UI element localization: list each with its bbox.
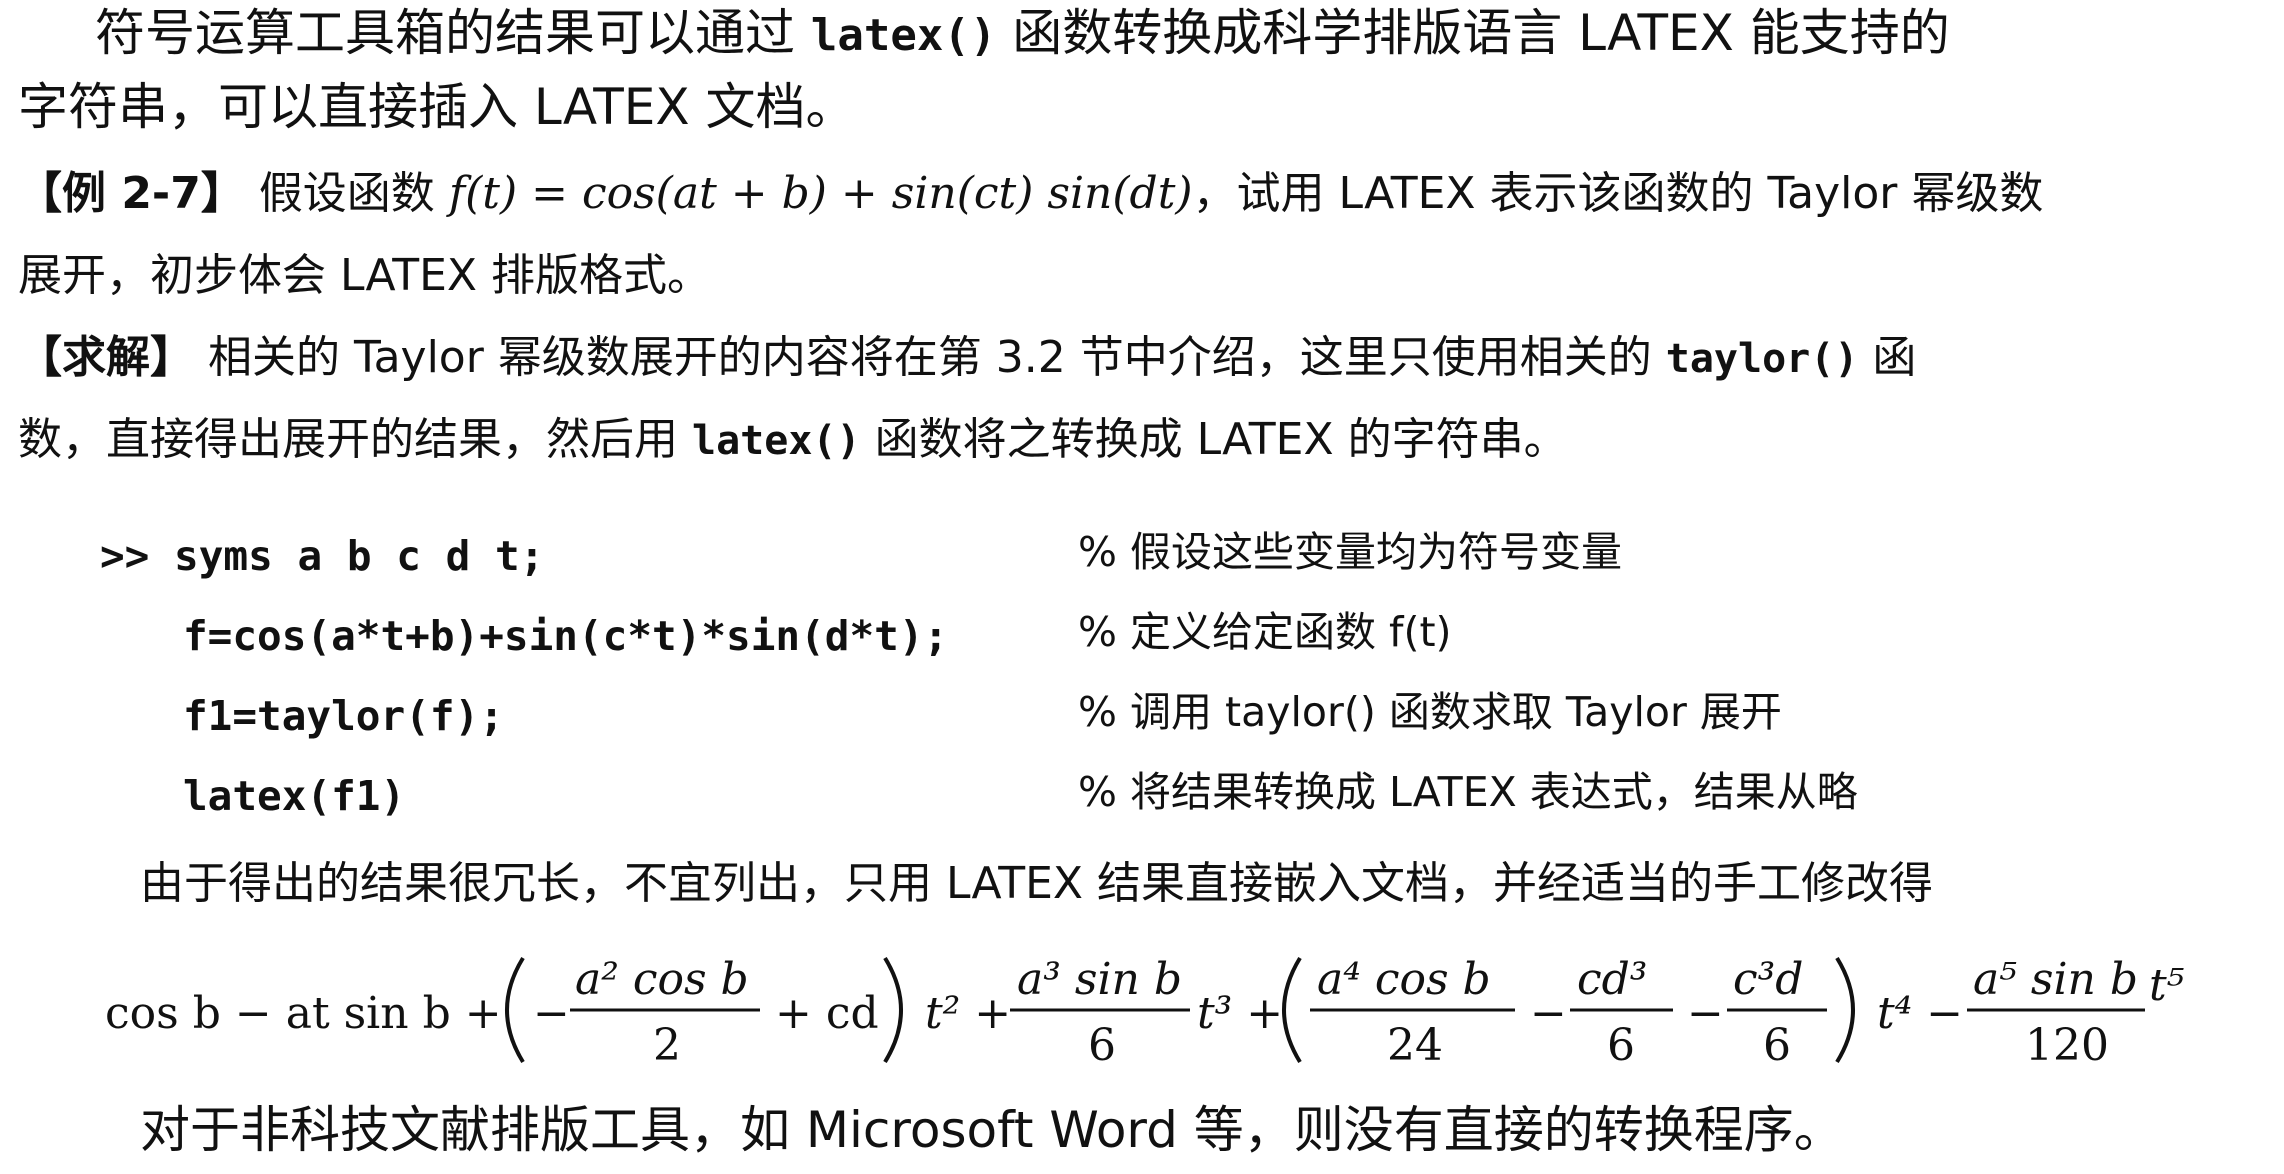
- frac3-numerator: a⁴ cos b: [1317, 954, 1491, 1005]
- example-text-a: 假设函数: [258, 168, 435, 219]
- code-line-1: >> syms a b c d t;: [100, 532, 545, 580]
- code-comment-2: % 定义给定函数 f(t): [1078, 608, 1452, 656]
- code-comment-1: % 假设这些变量均为符号变量: [1078, 528, 1622, 576]
- right-paren-2: [1835, 956, 1855, 1064]
- example-label: 【例 2-7】: [18, 168, 245, 219]
- taylor-function-code: taylor(): [1665, 336, 1859, 382]
- right-paren-1: [883, 956, 903, 1064]
- code-comment-4: % 将结果转换成 LATEX 表达式，结果从略: [1078, 768, 1858, 816]
- solution-text-d: 函数将之转换成 LATEX 的字符串。: [874, 414, 1568, 465]
- code-line-2: f=cos(a*t+b)+sin(c*t)*sin(d*t);: [183, 612, 949, 660]
- solution-text-a: 相关的 Taylor 幂级数展开的内容将在第 3.2 节中介绍，这里只使用相关的: [208, 332, 1652, 383]
- para3: 由于得出的结果很冗长，不宜列出，只用 LATEX 结果直接嵌入文档，并经适当的手…: [140, 858, 1933, 909]
- solution-line1: 【求解】 相关的 Taylor 幂级数展开的内容将在第 3.2 节中介绍，这里只…: [18, 336, 1916, 380]
- solution-text-b: 函: [1872, 332, 1917, 383]
- para1-text-b: 函数转换成科学排版语言 LATEX 能支持的: [1012, 4, 1950, 62]
- frac2-numerator: a³ sin b: [1017, 954, 1182, 1005]
- solution-line2: 数，直接得出展开的结果，然后用 latex() 函数将之转换成 LATEX 的字…: [18, 418, 1568, 462]
- frac3-denominator: 24: [1387, 1020, 1443, 1071]
- code-comment-3: % 调用 taylor() 函数求取 Taylor 展开: [1078, 688, 1782, 736]
- frac4-denominator: 6: [1607, 1020, 1635, 1071]
- code-line-3: f1=taylor(f);: [183, 692, 504, 740]
- frac6-denominator: 120: [2025, 1020, 2109, 1071]
- solution-text-c: 数，直接得出展开的结果，然后用: [18, 414, 678, 465]
- frac6-numerator: a⁵ sin b: [1973, 954, 2138, 1005]
- frac1-denominator: 2: [653, 1020, 681, 1071]
- frac1-numerator: a² cos b: [575, 954, 749, 1005]
- left-paren-1: [505, 956, 525, 1064]
- minus-2: −: [1687, 988, 1724, 1039]
- para1-line1: 符号运算工具箱的结果可以通过 latex() 函数转换成科学排版语言 LATEX…: [95, 8, 1950, 58]
- minus-1: −: [1530, 988, 1567, 1039]
- para1-text-a: 符号运算工具箱的结果可以通过: [95, 4, 795, 62]
- solution-label: 【求解】: [18, 332, 194, 383]
- para4: 对于非科技文献排版工具，如 Microsoft Word 等，则没有直接的转换程…: [140, 1101, 1844, 1159]
- left-paren-2: [1282, 956, 1302, 1064]
- formula-t3: t³ +: [1197, 988, 1283, 1039]
- frac2-denominator: 6: [1088, 1020, 1116, 1071]
- taylor-formula: cos b − at sin b + − a² cos b 2 + cd t² …: [105, 954, 2185, 1071]
- frac5-denominator: 6: [1763, 1020, 1791, 1071]
- example-function: f(t) = cos(at + b) + sin(ct) sin(dt): [448, 168, 1193, 219]
- formula-t4: t⁴ −: [1877, 988, 1963, 1039]
- formula-t2: t² +: [925, 988, 1011, 1039]
- latex-function-code: latex(): [810, 10, 997, 61]
- code-line-4: latex(f1): [183, 772, 406, 820]
- frac5-numerator: c³d: [1733, 954, 1803, 1005]
- frac1-tail: + cd: [775, 988, 879, 1039]
- latex-function-code-2: latex(): [692, 418, 861, 464]
- formula-term-1: cos b − at sin b +: [105, 988, 502, 1039]
- para1-line2: 字符串，可以直接插入 LATEX 文档。: [18, 78, 856, 136]
- example-line1: 【例 2-7】 假设函数 f(t) = cos(at + b) + sin(ct…: [18, 172, 2043, 216]
- example-text-b: ，试用 LATEX 表示该函数的 Taylor 幂级数: [1192, 168, 2044, 219]
- formula-t5: t⁵: [2149, 960, 2185, 1011]
- frac1-sign: −: [533, 988, 570, 1039]
- frac4-numerator: cd³: [1577, 954, 1647, 1005]
- example-line2: 展开，初步体会 LATEX 排版格式。: [18, 250, 711, 301]
